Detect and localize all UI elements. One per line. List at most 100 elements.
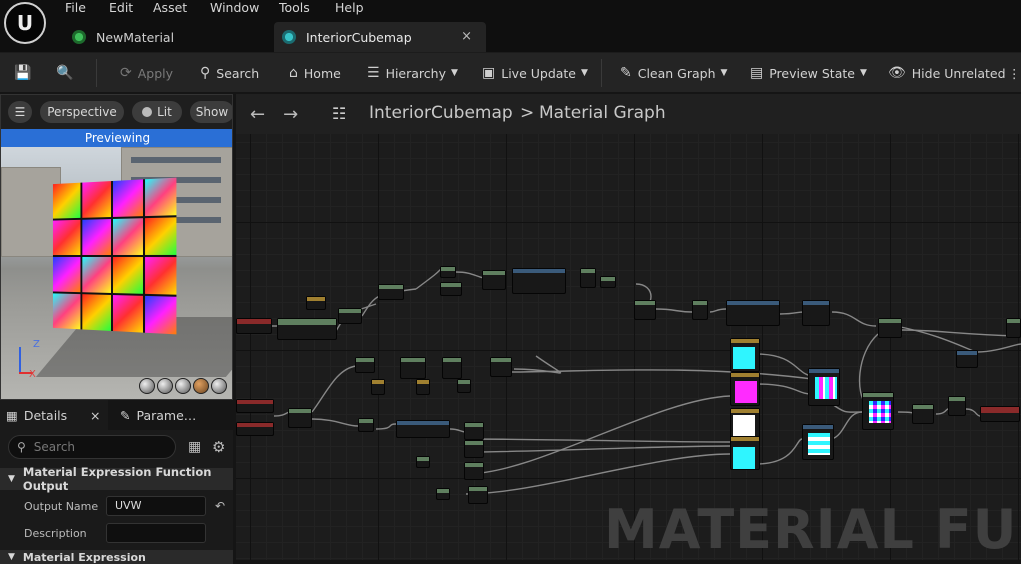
clean-graph-button[interactable]: ✎ Clean Graph ▼ — [620, 53, 727, 93]
cylinder-icon[interactable] — [139, 378, 155, 394]
graph-node[interactable] — [878, 318, 902, 338]
lit-button[interactable]: Lit — [132, 101, 182, 123]
graph-node[interactable] — [956, 350, 978, 368]
close-icon[interactable]: × — [461, 29, 472, 44]
close-icon[interactable]: × — [90, 408, 100, 423]
graph-node[interactable] — [371, 379, 385, 395]
graph-node[interactable] — [862, 392, 894, 430]
graph-node[interactable] — [634, 300, 656, 320]
graph-node[interactable] — [482, 270, 506, 290]
cube-icon[interactable] — [193, 378, 209, 394]
details-search-input[interactable]: ⚲ Search — [8, 435, 176, 459]
graph-node[interactable] — [912, 404, 934, 424]
texture-sample-node[interactable] — [730, 436, 760, 470]
search-icon: ⚲ — [200, 65, 211, 81]
graph-node[interactable] — [1006, 318, 1021, 338]
graph-node[interactable] — [808, 368, 840, 406]
graph-node[interactable] — [436, 488, 450, 500]
graph-node[interactable] — [726, 300, 780, 326]
graph-node[interactable] — [440, 282, 462, 296]
graph-node[interactable] — [442, 357, 462, 379]
graph-node[interactable] — [802, 300, 830, 326]
description-field[interactable] — [106, 523, 206, 543]
more-options-icon[interactable]: ⋮ — [1008, 53, 1021, 93]
graph-node[interactable] — [306, 296, 326, 310]
menu-file[interactable]: File — [65, 0, 86, 15]
graph-node[interactable] — [358, 418, 374, 432]
unreal-logo-icon[interactable]: U — [4, 2, 46, 44]
section-function-output[interactable]: ▼ Material Expression Function Output — [0, 465, 233, 493]
graph-node[interactable] — [490, 357, 512, 377]
menu-window[interactable]: Window — [210, 0, 259, 15]
graph-node[interactable] — [948, 396, 966, 416]
tab-newmaterial[interactable]: NewMaterial — [58, 22, 273, 52]
function-output-node[interactable] — [980, 406, 1020, 422]
graph-node[interactable] — [692, 300, 708, 320]
menu-tools[interactable]: Tools — [279, 0, 310, 15]
material-graph-canvas[interactable]: ← → ☷ InteriorCubemap > Material Graph M… — [236, 94, 1021, 560]
graph-node[interactable] — [464, 440, 484, 458]
lit-label: Lit — [157, 105, 172, 119]
graph-node[interactable] — [512, 268, 566, 294]
graph-node[interactable] — [468, 486, 488, 504]
teapot-icon[interactable] — [211, 378, 227, 394]
search-button[interactable]: ⚲ Search — [200, 53, 259, 93]
graph-node[interactable] — [236, 399, 274, 413]
viewport-menu-icon[interactable]: ☰ — [8, 101, 32, 123]
reset-arrow-icon[interactable]: ↶ — [215, 499, 225, 513]
graph-node[interactable] — [288, 408, 312, 428]
preview-state-button[interactable]: ▤ Preview State ▼ — [750, 53, 867, 93]
graph-node[interactable] — [338, 308, 362, 324]
show-button[interactable]: Show — [190, 101, 232, 123]
home-button[interactable]: ⌂ Home — [289, 53, 341, 93]
node-wires — [271, 268, 1021, 500]
perspective-button[interactable]: Perspective — [40, 101, 124, 123]
menu-help[interactable]: Help — [335, 0, 364, 15]
graph-node[interactable] — [464, 462, 484, 480]
graph-node[interactable] — [464, 422, 484, 440]
graph-node[interactable] — [580, 268, 596, 288]
menu-edit[interactable]: Edit — [109, 0, 133, 15]
plane-icon[interactable] — [175, 378, 191, 394]
sphere-icon[interactable] — [157, 378, 173, 394]
graph-node[interactable] — [440, 266, 456, 278]
cube-tile — [52, 256, 81, 293]
graph-node[interactable] — [802, 424, 834, 460]
graph-node[interactable] — [400, 357, 426, 379]
tab-interiorcubemap[interactable]: InteriorCubemap × — [274, 22, 486, 52]
title-bar: U File Edit Asset Window Tools Help NewM… — [0, 0, 1021, 52]
browse-button[interactable]: 🔍 — [56, 53, 79, 93]
graph-node[interactable] — [277, 318, 337, 340]
hierarchy-button[interactable]: ☰ Hierarchy ▼ — [367, 53, 458, 93]
browse-icon: 🔍 — [56, 65, 74, 81]
tab-parameters[interactable]: ✎ Parame… — [114, 400, 233, 430]
cube-tile — [52, 219, 81, 256]
graph-node[interactable] — [236, 318, 272, 334]
graph-node[interactable] — [378, 284, 404, 300]
output-name-field[interactable]: UVW — [106, 496, 206, 516]
graph-node[interactable] — [416, 456, 430, 468]
preview-mesh-selector — [139, 378, 227, 394]
graph-node[interactable] — [416, 379, 430, 395]
tab-details[interactable]: ▦ Details × — [0, 400, 108, 430]
search-icon: ⚲ — [17, 440, 26, 454]
texture-sample-node[interactable] — [730, 338, 760, 372]
apply-button[interactable]: ⟳ Apply — [120, 53, 173, 93]
graph-node[interactable] — [600, 276, 616, 288]
grid-view-icon[interactable]: ▦ — [188, 439, 201, 455]
graph-node[interactable] — [236, 422, 274, 436]
live-update-button[interactable]: ▣ Live Update ▼ — [482, 53, 588, 93]
settings-gear-icon[interactable]: ⚙ — [212, 438, 225, 456]
collapse-arrow-icon: ▼ — [8, 552, 15, 562]
texture-sample-node[interactable] — [730, 372, 760, 406]
cube-tile — [52, 182, 81, 219]
preview-viewport[interactable]: ☰ Perspective Lit Show Previewing Z X — [0, 94, 233, 400]
menu-asset[interactable]: Asset — [153, 0, 187, 15]
graph-node[interactable] — [355, 357, 375, 373]
section-material-expression[interactable]: ▼ Material Expression — [0, 550, 233, 564]
hide-unrelated-button[interactable]: 👁 Hide Unrelated — [888, 53, 1006, 93]
graph-node[interactable] — [457, 379, 471, 393]
graph-node[interactable] — [396, 420, 450, 438]
save-button[interactable]: 💾 — [14, 53, 37, 93]
live-update-icon: ▣ — [482, 65, 496, 81]
